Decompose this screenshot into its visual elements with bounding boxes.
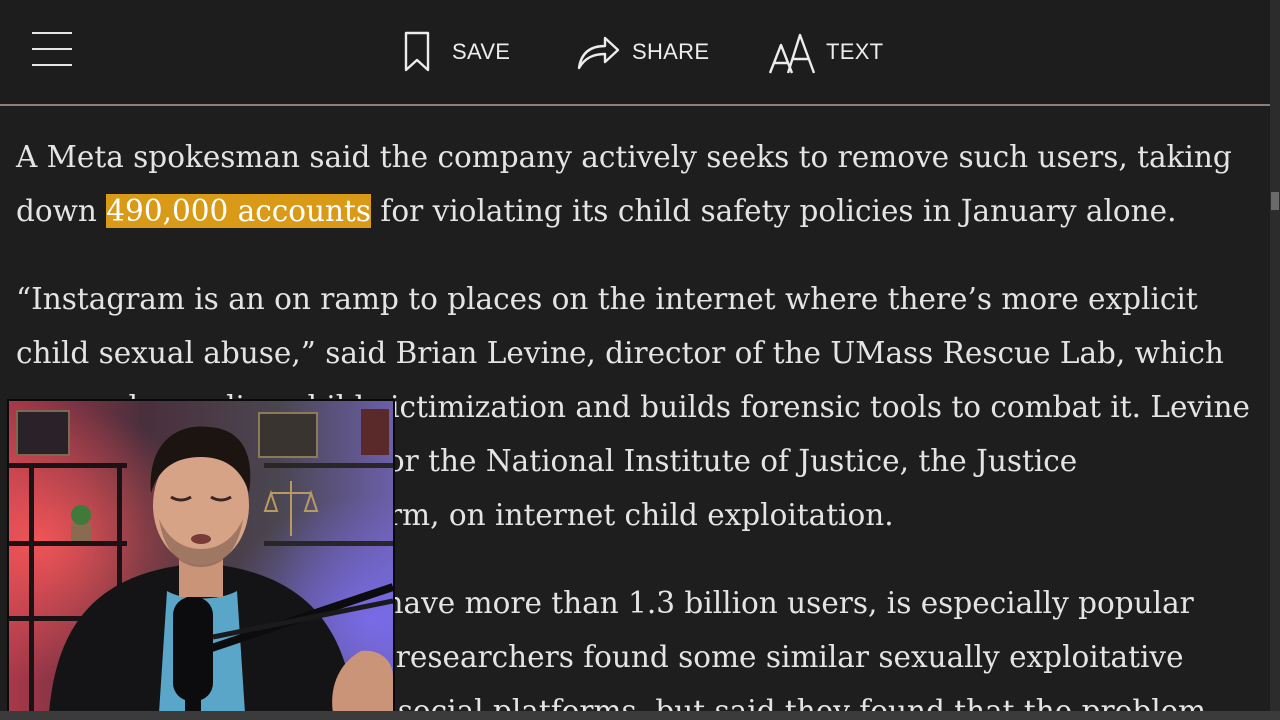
text-size-icon: [768, 33, 816, 74]
text-label: TEXT: [826, 39, 884, 64]
webcam-video-frame: [9, 401, 393, 713]
paragraph-text: for violating its child safety policies …: [371, 194, 1177, 228]
top-toolbar: SAVE SHARE TEXT: [0, 0, 1270, 106]
share-button[interactable]: SHARE: [575, 26, 709, 78]
save-button[interactable]: SAVE: [402, 26, 510, 78]
bottom-bar: [0, 711, 1280, 720]
webcam-overlay: [7, 399, 395, 715]
hamburger-menu-icon[interactable]: [30, 30, 74, 70]
text-size-button[interactable]: TEXT: [768, 26, 883, 78]
article-page: SAVE SHARE TEXT A Meta spokesman said th…: [0, 0, 1280, 720]
scrollbar-thumb[interactable]: [1271, 192, 1279, 210]
save-label: SAVE: [452, 39, 511, 64]
share-label: SHARE: [632, 39, 710, 64]
scrollbar[interactable]: [1270, 0, 1280, 720]
bookmark-icon: [404, 31, 430, 72]
article-paragraph: A Meta spokesman said the company active…: [16, 130, 1256, 238]
share-arrow-icon: [577, 36, 620, 70]
highlighted-text: 490,000 accounts: [106, 194, 372, 228]
